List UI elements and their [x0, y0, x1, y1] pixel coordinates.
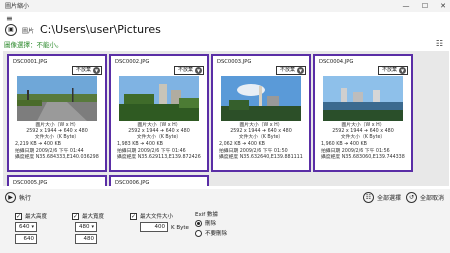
file-name: DSC0004.JPG — [319, 59, 354, 65]
path-value: C:\Users\user\Pictures — [40, 23, 161, 36]
max-height-input[interactable]: 640 — [15, 234, 37, 244]
photo-thumbnail — [119, 76, 199, 121]
undo-icon: ↺ — [406, 192, 417, 203]
image-card[interactable]: DSC0003.JPG 不放棄 ▼ 圖片大小（W x H） 2592 x 1944… — [211, 54, 311, 172]
image-card[interactable]: DSC0001.JPG 不放棄 ▼ 圖片大小（W x H） 2592 x 1944… — [7, 54, 107, 172]
size-value: 1,983 KB ➜ 400 KB — [117, 142, 163, 147]
size-value: 1,960 KB ➜ 400 KB — [321, 142, 367, 147]
file-name: DSC0006.JPG — [115, 180, 150, 186]
file-name: DSC0005.JPG — [13, 180, 48, 186]
chevron-down-icon: ▼ — [399, 67, 406, 74]
gps-coords: 攝度經度 N35.684333,E140.036298 — [15, 155, 99, 160]
gps-coords: 攝度經度 N35.683060,E139.744338 — [321, 155, 405, 160]
keep-select[interactable]: 不放棄 ▼ — [377, 66, 408, 75]
run-button[interactable]: ▶ 執行 — [5, 192, 31, 203]
exif-delete-radio[interactable]: 刪除 — [195, 219, 216, 227]
cancel-all-button[interactable]: ↺ 全部取消 — [406, 192, 444, 203]
max-width-checkbox[interactable]: ✓ 最大寬度 — [72, 212, 104, 220]
close-button[interactable]: ✕ — [436, 0, 450, 12]
size-value: 2,062 KB ➜ 400 KB — [219, 142, 265, 147]
size-label: 文件大小（K Byte） — [34, 135, 80, 140]
size-value: 2,219 KB ➜ 400 KB — [15, 142, 61, 147]
path-row: ▣ 圖片 C:\Users\user\Pictures — [0, 23, 450, 39]
size-label: 文件大小（K Byte） — [340, 135, 386, 140]
image-card[interactable]: DSC0006.JPG — [109, 175, 209, 186]
minimize-button[interactable]: — — [399, 0, 413, 12]
radio-selected-icon — [195, 219, 202, 227]
settings-panel: ✓ 最大高度 640 ▾ 640 ✓ 最大寬度 480 ▾ 480 ✓ 最大文件大小… — [0, 207, 450, 253]
window-title: 圖片縮小 — [5, 3, 30, 10]
select-all-button[interactable]: ☷ 全部選擇 — [363, 192, 401, 203]
chevron-down-icon: ▾ — [91, 224, 94, 230]
hamburger-icon[interactable]: ≡ — [6, 15, 13, 23]
chevron-down-icon: ▾ — [31, 224, 34, 230]
max-height-select[interactable]: 640 ▾ — [15, 222, 37, 232]
title-bar: 圖片縮小 — ☐ ✕ — [0, 0, 450, 12]
select-all-icon: ☷ — [363, 192, 374, 203]
chevron-down-icon: ▼ — [195, 67, 202, 74]
max-height-checkbox[interactable]: ✓ 最大高度 — [15, 212, 47, 220]
max-size-input[interactable]: 400 — [140, 222, 168, 232]
keep-select[interactable]: 不放棄 ▼ — [71, 66, 102, 75]
play-icon: ▶ — [5, 192, 16, 203]
exif-label: Exif 數據 — [195, 212, 218, 218]
chevron-down-icon: ▼ — [297, 67, 304, 74]
photo-thumbnail — [17, 76, 97, 121]
checkbox-checked-icon: ✓ — [130, 212, 137, 220]
max-size-checkbox[interactable]: ✓ 最大文件大小 — [130, 212, 173, 220]
photo-thumbnail — [323, 76, 403, 121]
file-name: DSC0003.JPG — [217, 59, 252, 65]
keep-select[interactable]: 不放棄 ▼ — [173, 66, 204, 75]
checkbox-checked-icon: ✓ — [72, 212, 79, 220]
size-label: 文件大小（K Byte） — [136, 135, 182, 140]
keep-select[interactable]: 不放棄 ▼ — [275, 66, 306, 75]
picture-icon[interactable]: ▣ — [5, 24, 17, 36]
gps-coords: 攝度經度 N35.629113,E139.872426 — [117, 155, 201, 160]
size-label: 文件大小（K Byte） — [238, 135, 284, 140]
chevron-down-icon: ▼ — [93, 67, 100, 74]
exif-keep-radio[interactable]: 不要刪除 — [195, 229, 227, 237]
image-card[interactable]: DSC0005.JPG — [7, 175, 107, 186]
maximize-button[interactable]: ☐ — [418, 0, 432, 12]
path-label: 圖片 — [22, 28, 35, 35]
max-width-input[interactable]: 480 — [75, 234, 97, 244]
gps-coords: 攝度經度 N35.632640,E139.881111 — [219, 155, 303, 160]
file-name: DSC0002.JPG — [115, 59, 150, 65]
photo-thumbnail — [221, 76, 301, 121]
size-unit: K Byte — [171, 225, 189, 231]
radio-empty-icon — [195, 229, 202, 237]
selection-status: 圖像選擇：不能小。 — [4, 41, 63, 49]
select-mode-icon[interactable]: ☷ — [436, 39, 443, 48]
image-card[interactable]: DSC0002.JPG 不放棄 ▼ 圖片大小（W x H） 2592 x 1944… — [109, 54, 209, 172]
checkbox-checked-icon: ✓ — [15, 212, 22, 220]
image-grid[interactable]: DSC0001.JPG 不放棄 ▼ 圖片大小（W x H） 2592 x 1944… — [3, 51, 449, 186]
max-width-select[interactable]: 480 ▾ — [75, 222, 97, 232]
action-bar: ▶ 執行 ☷ 全部選擇 ↺ 全部取消 — [0, 189, 450, 207]
image-card[interactable]: DSC0004.JPG 不放棄 ▼ 圖片大小（W x H） 2592 x 1944… — [313, 54, 413, 172]
file-name: DSC0001.JPG — [13, 59, 48, 65]
